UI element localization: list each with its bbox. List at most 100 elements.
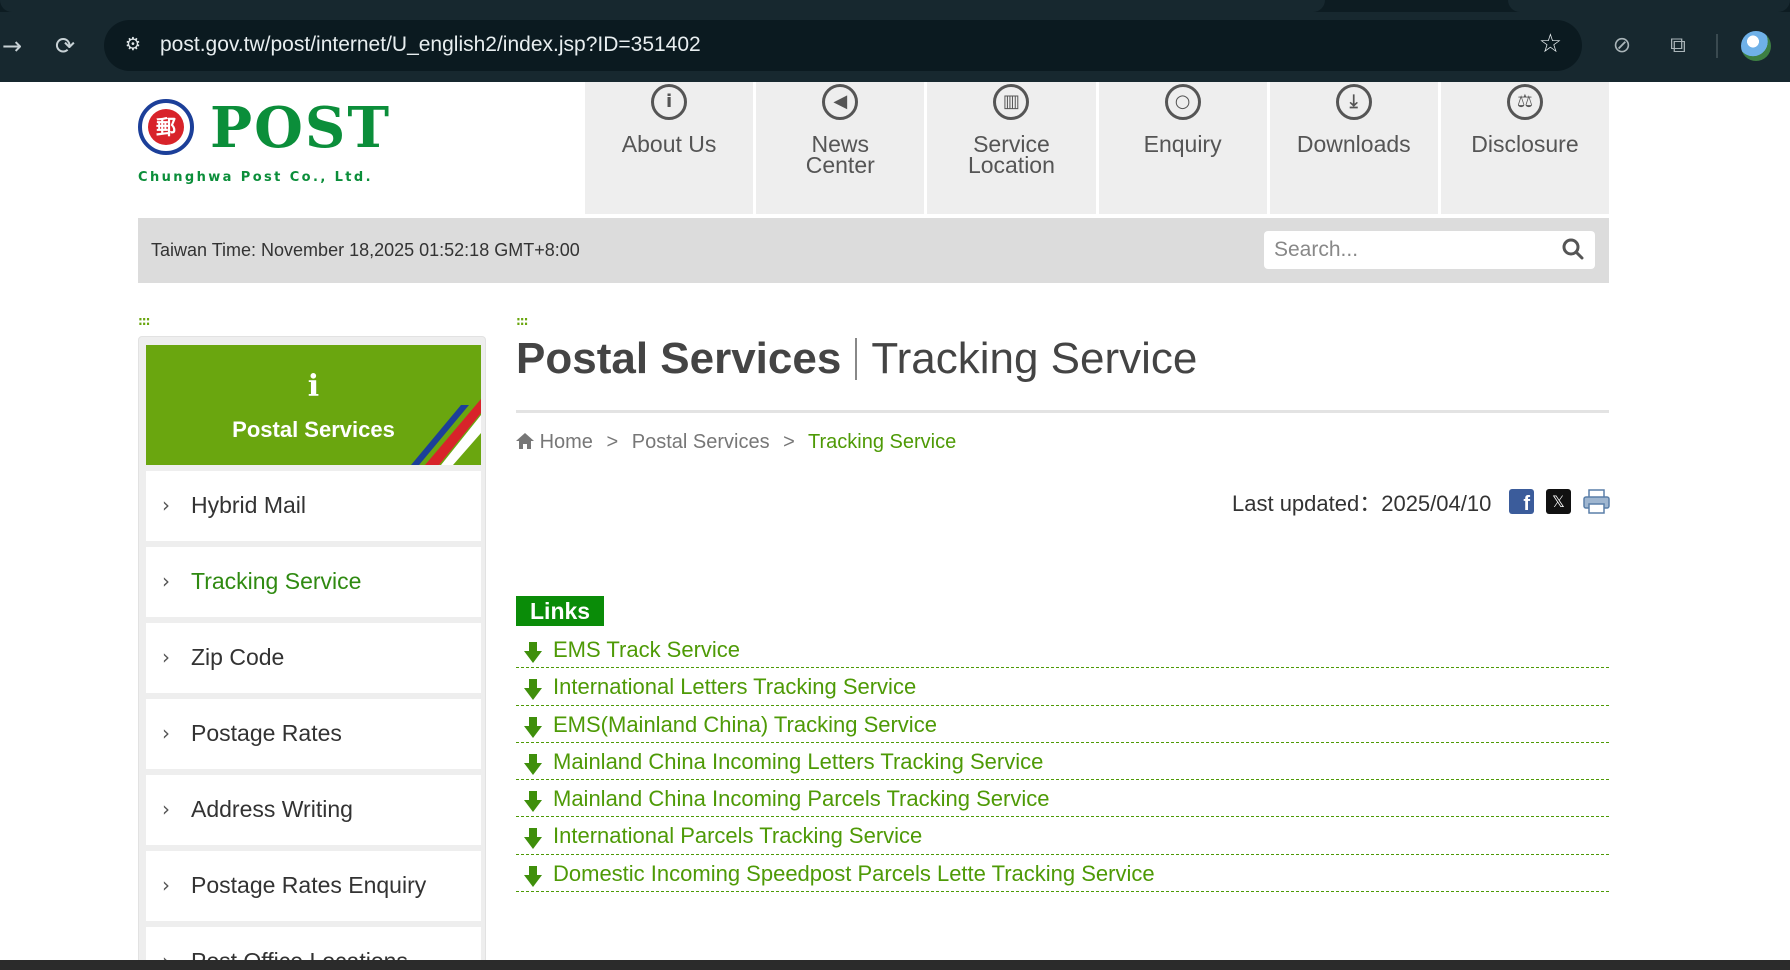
list-item[interactable]: EMS(Mainland China) Tracking Service [516,706,1609,743]
sidebar-item-postage-rates-enquiry[interactable]: › Postage Rates Enquiry [146,851,481,921]
post-seal-icon: 郵 [138,99,194,155]
site-info-icon[interactable]: ⚙ [120,32,146,58]
bottom-edge [0,960,1790,970]
browser-toolbar: → ⟳ ⚙ post.gov.tw/post/internet/U_englis… [0,0,1790,82]
link-mainland-parcels[interactable]: Mainland China Incoming Parcels Tracking… [553,786,1049,812]
nav-about-us[interactable]: i About Us [585,82,754,214]
reload-icon[interactable]: ⟳ [49,30,81,62]
sidebar-item-hybrid-mail[interactable]: › Hybrid Mail [146,471,481,541]
chunghwa-post-logo[interactable]: 郵 POST Chunghwa Post Co., Ltd. [138,94,389,185]
chevron-right-icon: › [162,493,170,517]
list-item[interactable]: Domestic Incoming Speedpost Parcels Lett… [516,855,1609,893]
address-bar[interactable]: ⚙ post.gov.tw/post/internet/U_english2/i… [104,20,1582,71]
links-heading: Links [516,596,605,626]
sidebar-menu: › Hybrid Mail › Tracking Service › Zip C… [146,471,481,970]
nav-label: News Center [805,131,875,178]
download-arrow-icon [524,828,542,850]
accesskey-dots[interactable]: ::: [516,315,528,327]
sidebar-item-label: Address Writing [191,796,353,822]
stripe-decoration-icon [411,399,481,465]
download-icon: ⤓ [1335,84,1372,120]
nav-enquiry[interactable]: ○ Enquiry [1098,82,1267,214]
tab-edge [1508,0,1790,12]
gavel-icon: ⚖ [1506,84,1543,120]
link-mainland-letters[interactable]: Mainland China Incoming Letters Tracking… [553,749,1043,775]
list-item[interactable]: International Parcels Tracking Service [516,817,1609,855]
logo-subtitle: Chunghwa Post Co., Ltd. [138,170,373,185]
nav-news-center[interactable]: ◀ News Center [756,82,925,214]
last-updated: Last updated：2025/04/10 [1232,491,1492,516]
download-arrow-icon [524,753,542,775]
extensions-puzzle-icon[interactable]: ⧉ [1662,30,1694,62]
download-arrow-icon [524,679,542,701]
breadcrumb-home[interactable]: Home [540,431,593,453]
breadcrumb: Home > Postal Services > Tracking Servic… [516,431,956,454]
megaphone-icon: ◀ [822,84,859,120]
link-ems-mainland-china[interactable]: EMS(Mainland China) Tracking Service [553,712,937,738]
site-search[interactable] [1264,231,1595,269]
links-list: EMS Track Service International Letters … [516,631,1609,893]
nav-downloads[interactable]: ⤓ Downloads [1269,82,1438,214]
forward-icon[interactable]: → [0,30,28,62]
search-icon[interactable] [1560,236,1586,262]
extension-blocker-icon[interactable]: ⊘ [1606,30,1638,62]
breadcrumb-current[interactable]: Tracking Service [808,431,956,453]
facebook-share-icon[interactable]: f [1509,489,1534,515]
url-text[interactable]: post.gov.tw/post/internet/U_english2/ind… [160,33,701,57]
breadcrumb-postal-services[interactable]: Postal Services [632,431,770,453]
link-domestic-speedpost[interactable]: Domestic Incoming Speedpost Parcels Lett… [553,861,1155,887]
time-search-bar: Taiwan Time: November 18,2025 01:52:18 G… [138,218,1609,283]
main-navigation: i About Us ◀ News Center ▥ Service Locat… [585,82,1610,214]
download-arrow-icon [524,865,542,887]
sidebar-item-label: Hybrid Mail [191,492,307,518]
chevron-right-icon: › [162,797,170,821]
download-arrow-icon [524,642,542,663]
sidebar-item-label: Postage Rates Enquiry [191,872,427,898]
download-arrow-icon [524,791,542,813]
chevron-right-icon: › [162,645,170,669]
nav-label: Downloads [1296,131,1411,157]
logo-wordmark: POST [210,95,392,161]
search-input[interactable] [1274,235,1554,265]
link-international-letters[interactable]: International Letters Tracking Service [553,674,916,700]
sidebar-item-tracking-service[interactable]: › Tracking Service [146,547,481,617]
x-share-icon[interactable]: 𝕏 [1546,489,1571,514]
chevron-right-icon: › [162,873,170,897]
chevron-right-icon: › [162,721,170,745]
page-title: Postal Services Tracking Service [516,334,1197,390]
nav-service-location[interactable]: ▥ Service Location [927,82,1096,214]
download-arrow-icon [524,716,542,738]
sidebar-item-postage-rates[interactable]: › Postage Rates [146,699,481,769]
nav-label: Enquiry [1143,131,1222,157]
breadcrumb-separator: > [783,431,795,453]
sidebar-item-zip-code[interactable]: › Zip Code [146,623,481,693]
page-title-sub: Tracking Service [871,334,1198,383]
accesskey-dots[interactable]: ::: [138,315,150,327]
nav-label: About Us [621,131,717,157]
list-item[interactable]: EMS Track Service [516,631,1609,669]
nav-disclosure[interactable]: ⚖ Disclosure [1440,82,1610,214]
bookmark-star-icon[interactable]: ☆ [1539,29,1562,59]
link-international-parcels[interactable]: International Parcels Tracking Service [553,823,922,849]
nav-label: Disclosure [1471,131,1579,157]
link-ems-track[interactable]: EMS Track Service [553,637,740,663]
title-rule [516,410,1609,413]
web-page: 郵 POST Chunghwa Post Co., Ltd. i About U… [0,82,1790,970]
list-item[interactable]: Mainland China Incoming Letters Tracking… [516,743,1609,781]
list-item[interactable]: Mainland China Incoming Parcels Tracking… [516,780,1609,818]
toolbar-separator [1716,34,1718,58]
profile-avatar[interactable] [1741,31,1771,61]
list-item[interactable]: International Letters Tracking Service [516,668,1609,706]
breadcrumb-separator: > [606,431,619,453]
tab-strip [0,0,1790,12]
sidebar-item-label: Tracking Service [191,568,362,594]
print-icon[interactable] [1583,489,1610,514]
home-icon[interactable] [516,433,534,449]
sidebar: i Postal Services › Hybrid Mail › Tracki… [138,336,486,970]
sidebar-item-address-writing[interactable]: › Address Writing [146,775,481,845]
building-icon: ▥ [993,84,1030,120]
sidebar-item-label: Postage Rates [191,720,342,746]
page-title-main: Postal Services [516,334,842,383]
chevron-right-icon: › [162,569,170,593]
info-icon: i [651,84,688,120]
